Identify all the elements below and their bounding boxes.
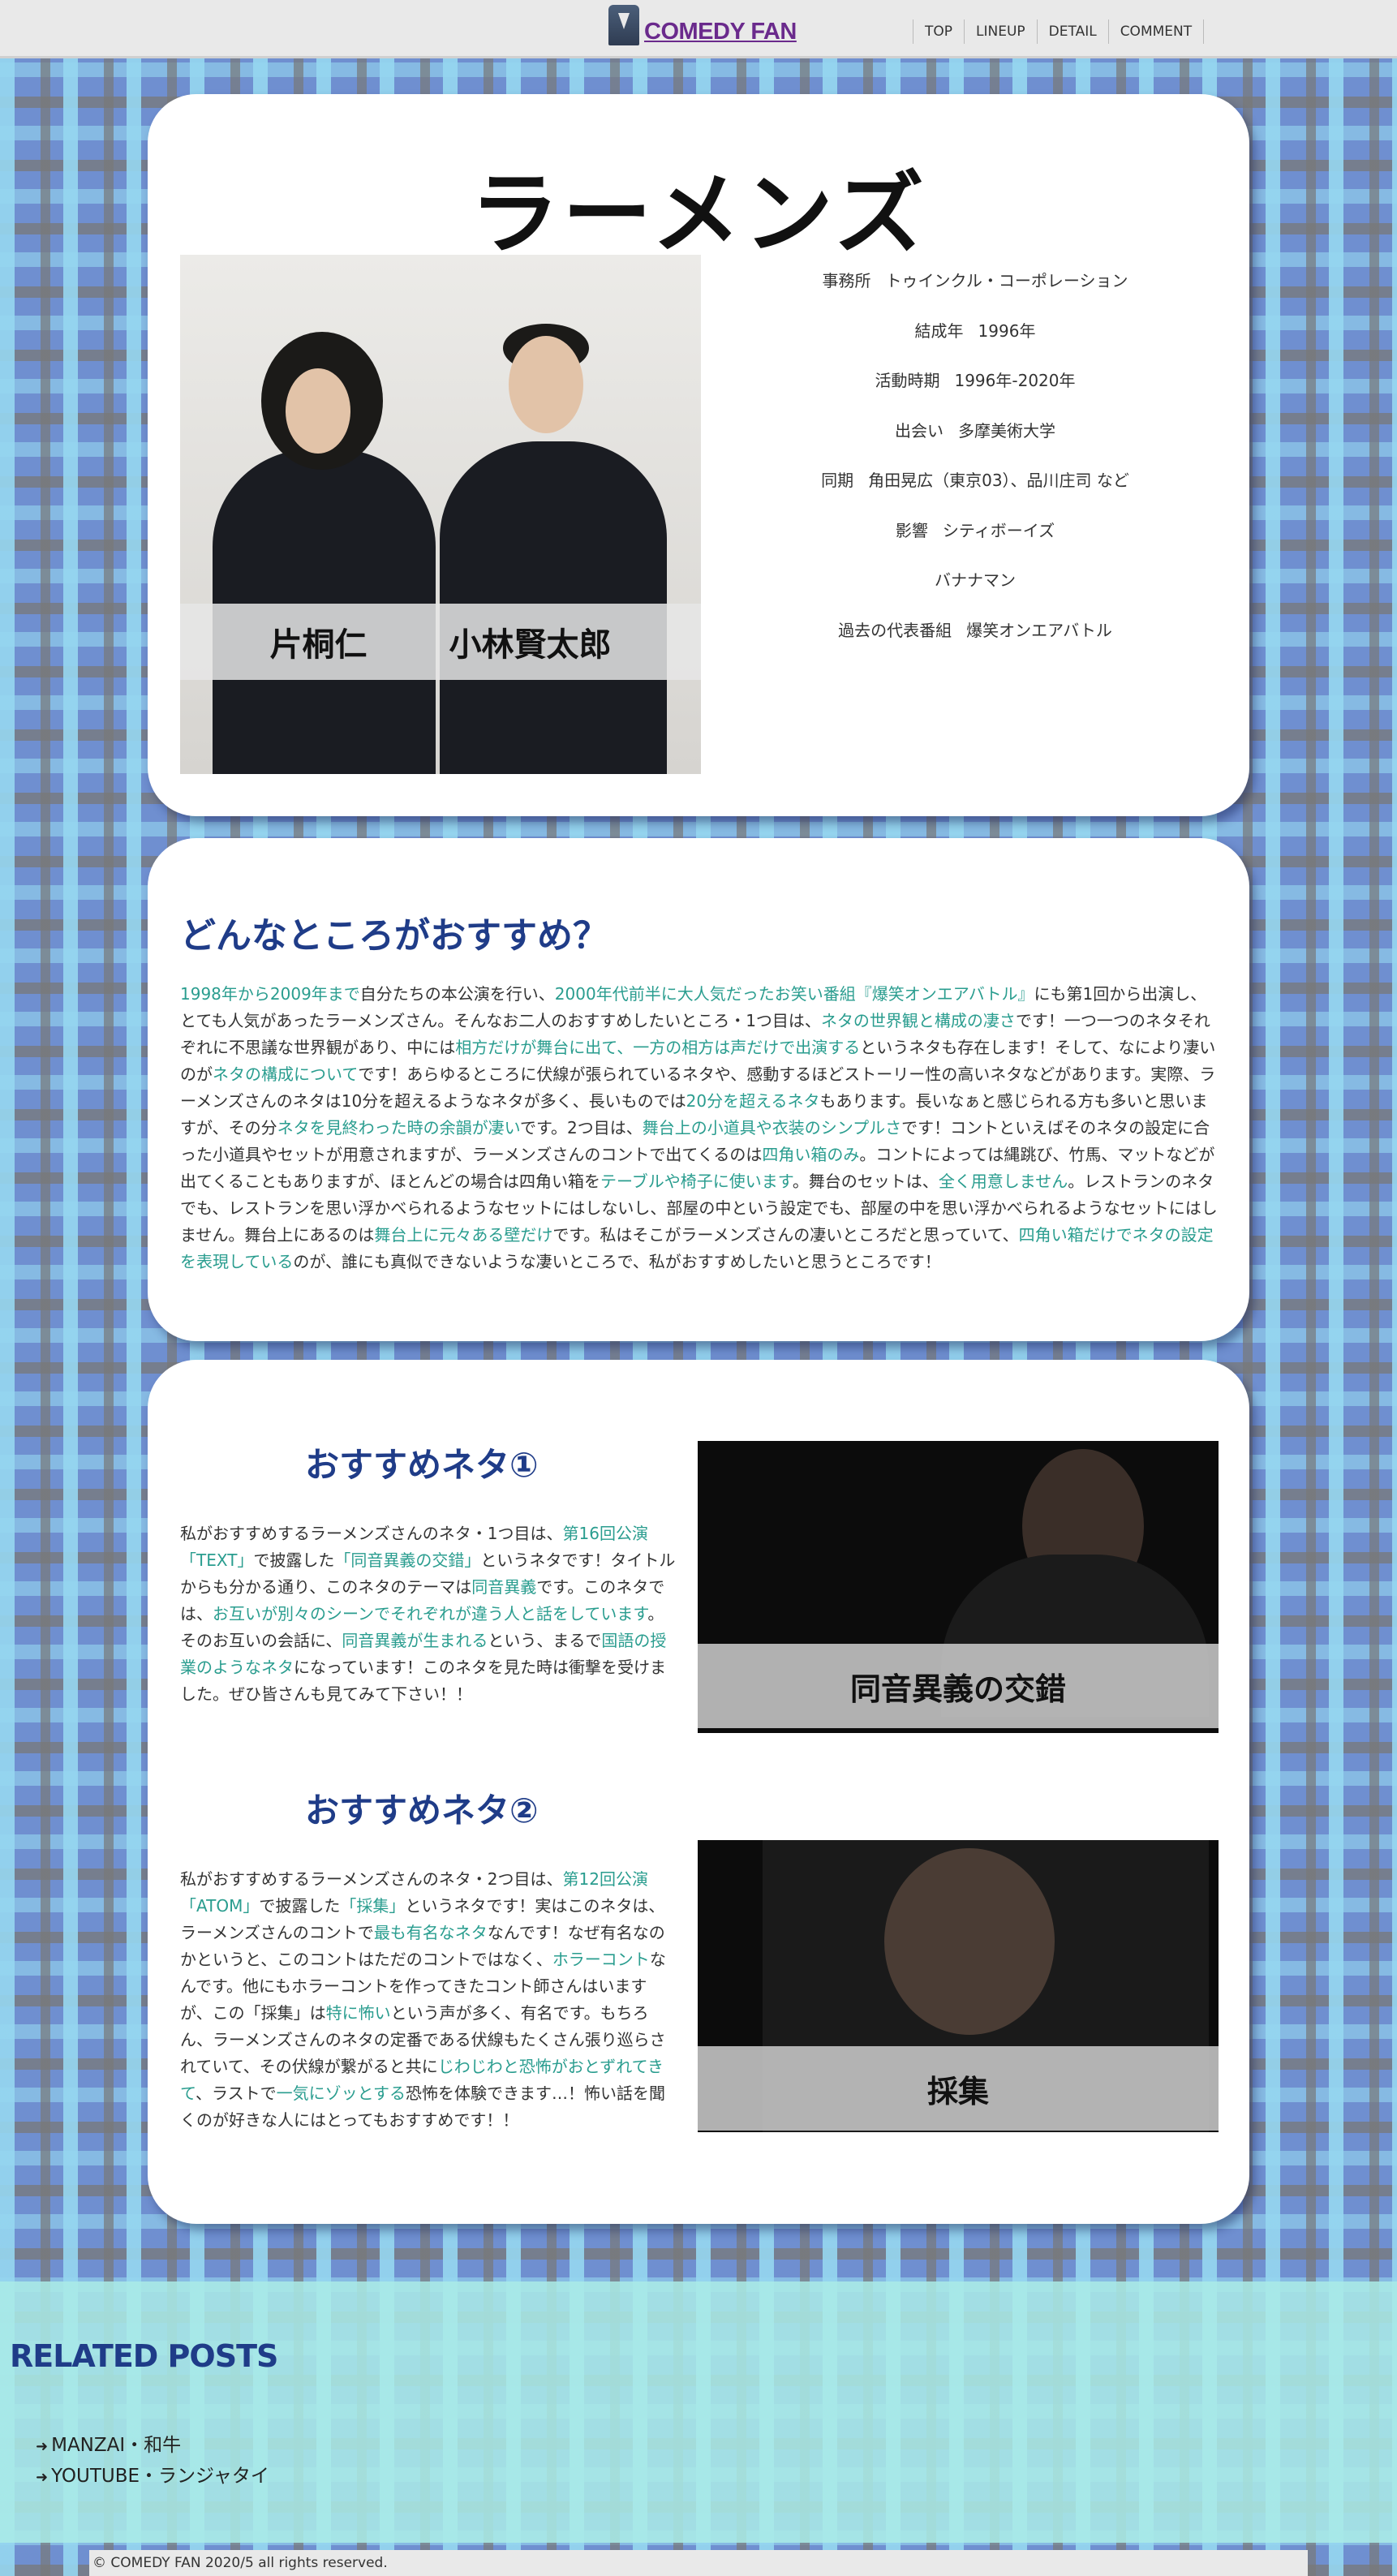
related-list: ➜ MANZAI・和牛 ➜ YOUTUBE・ランジャタイ: [36, 2431, 269, 2492]
member-head-right: [509, 336, 583, 433]
highlight-text: 20分を超えるネタ: [686, 1091, 820, 1111]
neta-1-image: 同音異義の交錯: [698, 1441, 1219, 1733]
profile-value: 1996年: [978, 320, 1036, 341]
profile-row: 事務所 トゥインクル・コーポレーション: [764, 264, 1186, 315]
highlight-text: 全く用意しません: [938, 1172, 1068, 1191]
related-item[interactable]: ➜ MANZAI・和牛: [36, 2431, 269, 2462]
profile-list: 事務所 トゥインクル・コーポレーション 結成年 1996年 活動時期 1996年-20…: [764, 264, 1186, 664]
neta-2-text: 私がおすすめするラーメンズさんのネタ・2つ目は、第12回公演「ATOM」で披露し…: [180, 1866, 677, 2134]
neta-1-title: おすすめネタ①: [305, 1445, 539, 1485]
footer: © COMEDY FAN 2020/5 all rights reserved.: [89, 2550, 1308, 2576]
performer-head: [884, 1848, 1055, 2035]
highlight-text: 同音異義: [471, 1577, 537, 1597]
highlight-text: 相方だけが舞台に出て、一方の相方は声だけで出演する: [455, 1038, 861, 1057]
recommend-card: どんなところがおすすめ？ 1998年から2009年まで自分たちの本公演を行い、2…: [148, 838, 1249, 1341]
profile-value: トゥインクル・コーポレーション: [885, 271, 1128, 290]
body-text-span: 私がおすすめするラーメンズさんのネタ・2つ目は、: [180, 1869, 563, 1889]
highlight-text: お互いが別々のシーンでそれぞれが違う人と話をしています: [213, 1604, 648, 1623]
neta-1-caption: 同音異義の交錯: [698, 1644, 1219, 1728]
profile-value: 角田晃広（東京03）、品川庄司 など: [868, 471, 1129, 490]
nav-detail[interactable]: DETAIL: [1036, 19, 1108, 44]
highlight-text: 「同音異義の交錯」: [334, 1550, 481, 1570]
profile-row: 過去の代表番組 爆笑オンエアバトル: [764, 614, 1186, 664]
profile-value: 1996年-2020年: [954, 371, 1076, 390]
member-head-left: [286, 368, 350, 454]
recommend-title: どんなところがおすすめ？: [180, 915, 608, 957]
highlight-text: ネタを見終わった時の余韻が凄い: [277, 1118, 521, 1137]
highlight-text: ネタの世界観と構成の凄さ: [820, 1011, 1016, 1030]
highlight-text: 1998年から2009年まで: [180, 984, 360, 1004]
body-text-span: です。2つ目は、: [520, 1118, 643, 1137]
related-item-label[interactable]: YOUTUBE・ランジャタイ: [51, 2466, 269, 2487]
top-bar: COMEDY FAN TOP LINEUP DETAIL COMMENT: [0, 0, 1397, 58]
neta-1-text: 私がおすすめするラーメンズさんのネタ・1つ目は、第16回公演「TEXT」で披露し…: [180, 1520, 677, 1708]
related-item[interactable]: ➜ YOUTUBE・ランジャタイ: [36, 2462, 269, 2492]
profile-row: バナナマン: [764, 564, 1186, 614]
member-name-band: 片桐仁 小林賢太郎: [180, 604, 701, 680]
related-posts: RELATED POSTS ➜ MANZAI・和牛 ➜ YOUTUBE・ランジャタイ: [0, 2281, 1397, 2543]
highlight-text: 2000年代前半に大人気だったお笑い番組『爆笑オンエアバトル』: [554, 984, 1034, 1004]
body-text-span: 自分たちの本公演を行い、: [359, 984, 555, 1004]
related-title: RELATED POSTS: [10, 2338, 278, 2374]
body-text-span: 。舞台のセットは、: [792, 1172, 939, 1191]
member-name-left: 片桐仁: [269, 626, 368, 664]
profile-card: ラーメンズ 片桐仁 小林賢太郎 事務所 トゥインクル・コーポレーション 結成年 19…: [148, 94, 1249, 816]
profile-key: 出会い: [895, 420, 944, 441]
group-name-title: ラーメンズ: [470, 161, 927, 266]
profile-value: 爆笑オンエアバトル: [966, 620, 1112, 640]
logo-text[interactable]: COMEDY FAN: [644, 19, 797, 45]
related-item-label[interactable]: MANZAI・和牛: [51, 2435, 181, 2456]
highlight-text: 一気にゾッとする: [276, 2084, 406, 2103]
body-text-span: という、まるで: [488, 1631, 602, 1650]
recommend-text: 1998年から2009年まで自分たちの本公演を行い、2000年代前半に大人気だっ…: [180, 981, 1220, 1275]
profile-key: 同期: [821, 471, 854, 490]
profile-row: 影響 シティボーイズ: [764, 514, 1186, 565]
main-nav: TOP LINEUP DETAIL COMMENT: [913, 19, 1205, 44]
profile-key: 結成年: [914, 320, 964, 341]
profile-value: 多摩美術大学: [958, 420, 1055, 441]
highlight-text: テーブルや椅子に使います: [600, 1172, 793, 1191]
site-logo[interactable]: COMEDY FAN: [608, 5, 797, 45]
suit-logo-icon: [608, 5, 639, 45]
neta-card: おすすめネタ① 私がおすすめするラーメンズさんのネタ・1つ目は、第16回公演「T…: [148, 1360, 1249, 2224]
nav-comment[interactable]: COMMENT: [1107, 19, 1205, 44]
nav-top[interactable]: TOP: [913, 19, 964, 44]
body-text-span: で披露した: [253, 1550, 335, 1570]
highlight-text: 舞台上の小道具や衣装のシンプルさ: [642, 1118, 902, 1137]
highlight-text: 特に怖い: [325, 2003, 391, 2023]
body-text-span: 私がおすすめするラーメンズさんのネタ・1つ目は、: [180, 1524, 563, 1543]
group-photo: 片桐仁 小林賢太郎: [180, 255, 701, 774]
highlight-text: 「採集」: [340, 1896, 406, 1916]
profile-key: 過去の代表番組: [838, 620, 952, 640]
profile-row: 活動時期 1996年-2020年: [764, 364, 1186, 415]
profile-row: 同期 角田晃広（東京03）、品川庄司 など: [764, 464, 1186, 514]
nav-lineup[interactable]: LINEUP: [964, 19, 1037, 44]
neta-2-title: おすすめネタ②: [305, 1791, 539, 1830]
highlight-text: 舞台上に元々ある壁だけ: [374, 1225, 553, 1245]
arrow-right-icon: ➜: [36, 2438, 49, 2455]
body-text-span: で披露した: [259, 1896, 341, 1916]
profile-value: バナナマン: [935, 570, 1016, 590]
profile-row: 結成年 1996年: [764, 315, 1186, 365]
highlight-text: 同音異義が生まれる: [342, 1631, 488, 1650]
neta-2-caption: 採集: [698, 2046, 1219, 2131]
neta-2-image: 採集: [698, 1840, 1219, 2132]
body-text-span: のが、誰にも真似できないような凄いところで、私がおすすめしたいと思うところです！: [293, 1252, 941, 1271]
highlight-text: ネタの構成について: [213, 1064, 359, 1084]
profile-key: 影響: [895, 520, 928, 540]
highlight-text: 四角い箱のみ: [762, 1145, 860, 1164]
profile-value: シティボーイズ: [942, 520, 1055, 540]
body-text-span: です。私はそこがラーメンズさんの凄いところだと思っていて、: [552, 1225, 1019, 1245]
body-text-span: 、ラストで: [196, 2084, 277, 2103]
member-name-right: 小林賢太郎: [449, 626, 612, 664]
highlight-text: 最も有名なネタ: [373, 1923, 488, 1942]
profile-key: 活動時期: [875, 371, 940, 390]
profile-row: 出会い 多摩美術大学: [764, 415, 1186, 465]
highlight-text: ホラーコント: [552, 1950, 650, 1969]
profile-key: 事務所: [822, 271, 871, 290]
arrow-right-icon: ➜: [36, 2469, 49, 2486]
